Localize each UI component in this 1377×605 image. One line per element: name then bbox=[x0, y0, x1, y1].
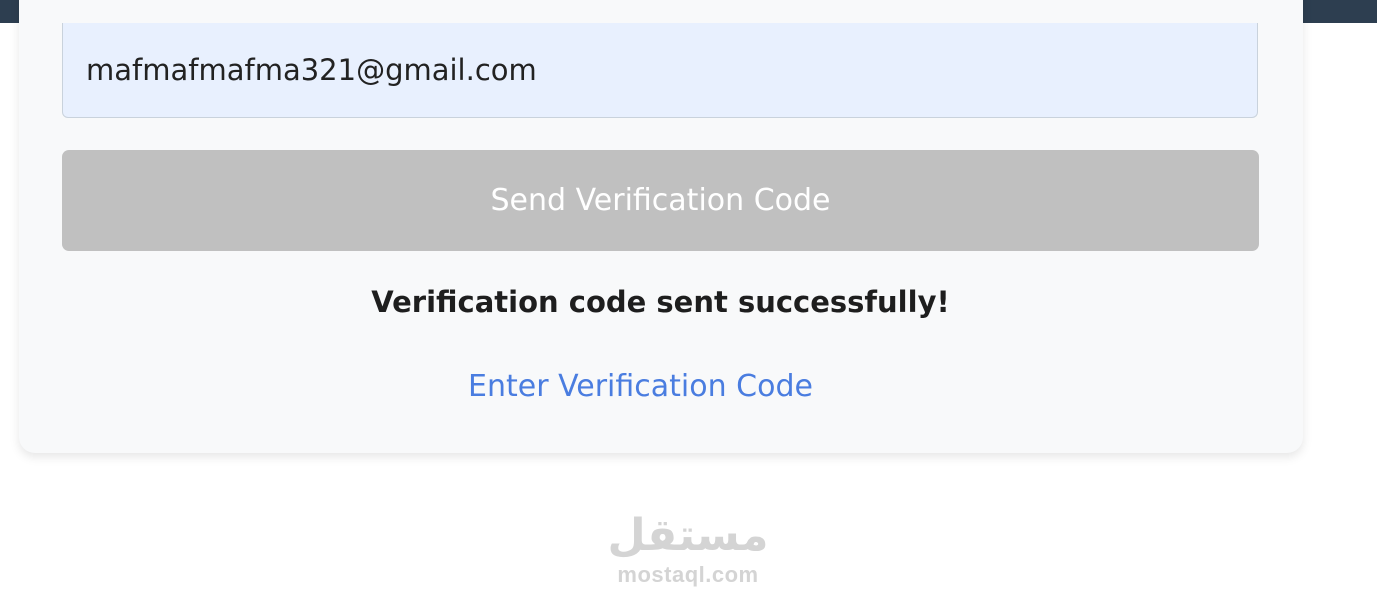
mostaql-watermark-logo: مستقل mostaql.com bbox=[588, 510, 788, 595]
status-message: Verification code sent successfully! bbox=[371, 285, 950, 319]
watermark-latin-text: mostaql.com bbox=[617, 562, 759, 587]
email-field[interactable] bbox=[62, 23, 1258, 118]
send-verification-code-button[interactable]: Send Verification Code bbox=[62, 150, 1259, 251]
watermark-arabic-text: مستقل bbox=[607, 510, 769, 561]
enter-verification-code-link[interactable]: Enter Verification Code bbox=[62, 367, 1219, 407]
